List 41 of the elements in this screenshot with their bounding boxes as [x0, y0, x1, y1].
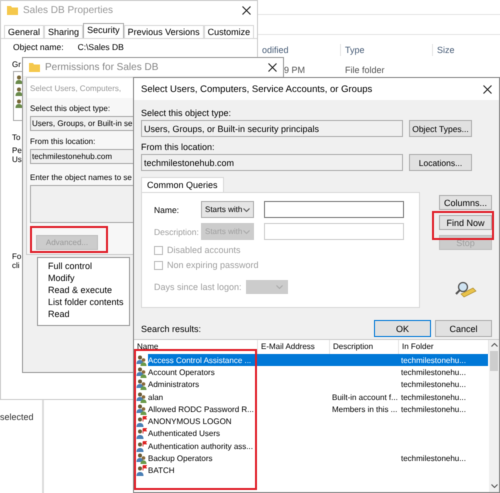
field-label: Object name: [13, 42, 64, 52]
table-cell: techmilestonehu... [401, 380, 466, 390]
field-label: From this location: [30, 137, 96, 146]
field-label: Name: [154, 204, 180, 214]
field-label: Days since last logon: [154, 282, 242, 292]
window-title: Select Users, Computers, Service Accounts, or Groups [141, 84, 372, 94]
field-label: Fo [12, 252, 22, 261]
table-cell-text: BATCH [148, 466, 176, 476]
field-label: Enter the object names to se [30, 173, 133, 182]
window-title: Select Users, Computers, [30, 84, 122, 92]
table-cell: 9 PM [284, 65, 306, 75]
table-cell: techmilestonehu... [401, 368, 466, 377]
field-label: Description: [154, 226, 200, 236]
table-cell-text: Allowed RODC Password R... [148, 404, 255, 414]
table-cell: Members in this ... [332, 404, 398, 414]
field-label: Gr [12, 60, 21, 69]
table-cell-text: Authenticated Users [148, 429, 222, 438]
table-cell: techmilestonehu... [401, 454, 466, 464]
field-label: Search results: [141, 324, 202, 334]
field-label: Pe [12, 146, 22, 155]
status-text: selected [0, 412, 34, 422]
table-cell: techmilestonehu... [401, 404, 466, 414]
table-cell-text: Account Operators [148, 368, 216, 377]
window-title: Sales DB Properties [23, 4, 114, 16]
table-cell-text: Administrators [148, 380, 200, 390]
checkbox-label: Disabled accounts [167, 245, 241, 255]
checkbox-label: Non expiring password [167, 260, 259, 270]
field-value: C:\Sales DB [78, 42, 124, 52]
table-cell-text: ANONYMOUS LOGON [148, 417, 233, 426]
field-label: cli [12, 261, 20, 270]
table-cell: techmilestonehu... [401, 392, 466, 402]
table-cell-text: Authentication authority ass... [148, 442, 254, 451]
table-cell-text: alan [148, 392, 164, 402]
window-title: Permissions for Sales DB [45, 62, 158, 72]
table-cell: techmilestonehu... [401, 356, 466, 365]
table-cell: Built-in account f... [332, 392, 398, 402]
field-label: Us [12, 155, 22, 164]
field-label: To [12, 133, 20, 142]
table-cell-text: Access Control Assistance ... [148, 356, 252, 365]
table-cell: File folder [345, 65, 385, 75]
table-cell-text: Backup Operators [148, 454, 214, 464]
